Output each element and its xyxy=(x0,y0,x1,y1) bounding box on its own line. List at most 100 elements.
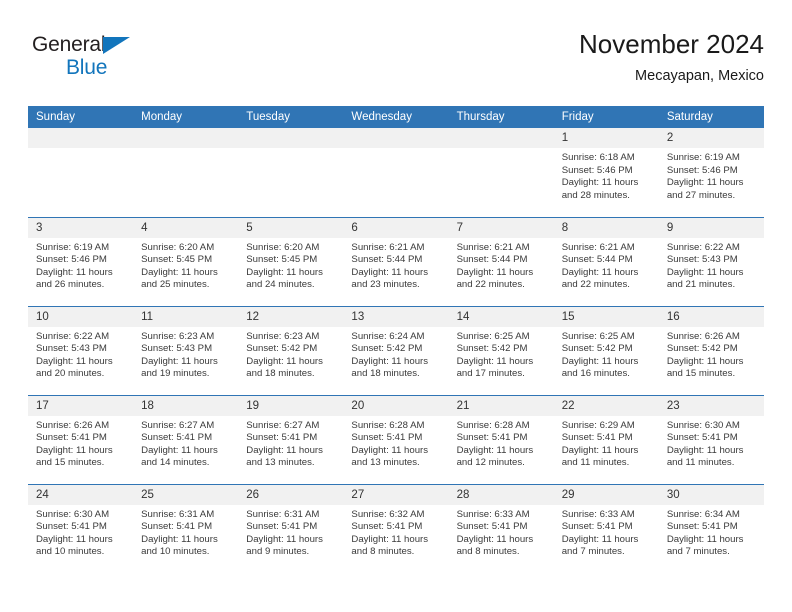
sunset-time: Sunset: 5:41 PM xyxy=(246,521,318,533)
day-number: 20 xyxy=(343,395,449,416)
calendar-day-cell[interactable]: 13 Sunrise: 6:24 AM Sunset: 5:42 PM Dayligh… xyxy=(343,305,449,395)
sunrise-time: Sunrise: 6:18 AM xyxy=(561,152,635,163)
calendar-day-cell[interactable]: 24 Sunrise: 6:30 AM Sunset: 5:41 PM Dayligh… xyxy=(28,483,134,573)
daylight-duration-line1: Daylight: 11 hours xyxy=(141,266,218,278)
daylight-duration-line2: and 10 minutes. xyxy=(141,546,210,558)
day-sun-info: Sunrise: 6:25 AM Sunset: 5:42 PM Daylight:… xyxy=(554,327,659,381)
calendar-day-cell[interactable]: 16 Sunrise: 6:26 AM Sunset: 5:42 PM Dayligh… xyxy=(658,305,764,395)
calendar-day-cell[interactable]: 3 Sunrise: 6:19 AM Sunset: 5:46 PM Daylight… xyxy=(28,216,134,306)
calendar-day-cell-empty xyxy=(28,128,134,217)
brand-name-bottom: Blue xyxy=(66,56,108,79)
day-sun-info: Sunrise: 6:20 AM Sunset: 5:45 PM Daylight:… xyxy=(238,238,343,292)
calendar-day-cell[interactable]: 25 Sunrise: 6:31 AM Sunset: 5:41 PM Dayligh… xyxy=(133,483,239,573)
daylight-duration-line2: and 21 minutes. xyxy=(666,279,736,291)
day-sun-info: Sunrise: 6:26 AM Sunset: 5:41 PM Daylight:… xyxy=(28,416,133,470)
calendar-day-cell[interactable]: 21 Sunrise: 6:28 AM Sunset: 5:41 PM Dayligh… xyxy=(448,394,554,484)
calendar-day-cell[interactable]: 18 Sunrise: 6:27 AM Sunset: 5:41 PM Dayligh… xyxy=(133,394,239,484)
calendar-day-cell[interactable]: 14 Sunrise: 6:25 AM Sunset: 5:42 PM Dayligh… xyxy=(448,305,554,395)
calendar-week-row: 17 Sunrise: 6:26 AM Sunset: 5:41 PM Dayligh… xyxy=(28,394,764,484)
sunrise-time: Sunrise: 6:23 AM xyxy=(141,330,215,342)
calendar-day-cell-empty xyxy=(448,128,554,217)
calendar-day-cell[interactable]: 1 Sunrise: 6:18 AM Sunset: 5:46 PM Daylight… xyxy=(553,128,659,217)
weekday-header-monday: Monday xyxy=(133,106,239,128)
day-sun-info: Sunrise: 6:26 AM Sunset: 5:42 PM Daylight:… xyxy=(659,327,764,381)
calendar-day-cell[interactable]: 20 Sunrise: 6:28 AM Sunset: 5:41 PM Dayligh… xyxy=(343,394,449,484)
calendar-day-cell[interactable]: 12 Sunrise: 6:23 AM Sunset: 5:42 PM Dayligh… xyxy=(238,305,344,395)
sunrise-time: Sunrise: 6:30 AM xyxy=(666,419,740,431)
daylight-duration-line2: and 15 minutes. xyxy=(666,368,736,380)
daylight-duration-line1: Daylight: 11 hours xyxy=(666,266,744,278)
daylight-duration-line2: and 15 minutes. xyxy=(36,457,105,469)
day-number xyxy=(448,128,554,148)
page-header: General Blue November 2024 Mecayapan, Me… xyxy=(28,28,764,96)
calendar-day-cell[interactable]: 4 Sunrise: 6:20 AM Sunset: 5:45 PM Daylight… xyxy=(133,216,239,306)
sunset-time: Sunset: 5:45 PM xyxy=(141,254,213,266)
day-sun-info: Sunrise: 6:22 AM Sunset: 5:43 PM Daylight:… xyxy=(659,238,764,292)
calendar-day-cell[interactable]: 8 Sunrise: 6:21 AM Sunset: 5:44 PM Daylight… xyxy=(553,216,659,306)
daylight-duration-line2: and 22 minutes. xyxy=(561,279,630,291)
calendar-day-cell[interactable]: 7 Sunrise: 6:21 AM Sunset: 5:44 PM Daylight… xyxy=(448,216,554,306)
sunrise-time: Sunrise: 6:31 AM xyxy=(246,508,320,520)
calendar-day-cell[interactable]: 27 Sunrise: 6:32 AM Sunset: 5:41 PM Dayligh… xyxy=(343,483,449,573)
sunrise-time: Sunrise: 6:33 AM xyxy=(561,508,635,520)
day-number: 10 xyxy=(28,306,134,327)
day-sun-info: Sunrise: 6:21 AM Sunset: 5:44 PM Daylight:… xyxy=(343,238,448,292)
day-sun-info: Sunrise: 6:31 AM Sunset: 5:41 PM Daylight:… xyxy=(238,505,343,559)
day-number: 23 xyxy=(658,395,764,416)
calendar-day-cell[interactable]: 6 Sunrise: 6:21 AM Sunset: 5:44 PM Daylight… xyxy=(343,216,449,306)
calendar-day-cell[interactable]: 17 Sunrise: 6:26 AM Sunset: 5:41 PM Dayligh… xyxy=(28,394,134,484)
calendar-day-cell[interactable]: 22 Sunrise: 6:29 AM Sunset: 5:41 PM Dayligh… xyxy=(553,394,659,484)
calendar-week-row: 1 Sunrise: 6:18 AM Sunset: 5:46 PM Daylight… xyxy=(28,128,764,217)
calendar-week-row: 10 Sunrise: 6:22 AM Sunset: 5:43 PM Dayligh… xyxy=(28,305,764,395)
sunset-time: Sunset: 5:46 PM xyxy=(36,254,107,266)
day-sun-info: Sunrise: 6:19 AM Sunset: 5:46 PM Daylight:… xyxy=(28,238,133,292)
calendar-day-cell[interactable]: 9 Sunrise: 6:22 AM Sunset: 5:43 PM Daylight… xyxy=(658,216,764,306)
brand-logo[interactable]: General Blue xyxy=(32,34,212,86)
day-number: 11 xyxy=(133,306,239,327)
day-sun-info: Sunrise: 6:27 AM Sunset: 5:41 PM Daylight:… xyxy=(238,416,343,470)
day-sun-info: Sunrise: 6:30 AM Sunset: 5:41 PM Daylight:… xyxy=(28,505,133,559)
daylight-duration-line1: Daylight: 11 hours xyxy=(561,355,639,367)
day-number: 21 xyxy=(448,395,554,416)
daylight-duration-line2: and 12 minutes. xyxy=(456,457,525,469)
day-number: 17 xyxy=(28,395,134,416)
sunrise-time: Sunrise: 6:30 AM xyxy=(36,508,110,520)
daylight-duration-line2: and 8 minutes. xyxy=(456,546,520,558)
calendar-day-cell[interactable]: 26 Sunrise: 6:31 AM Sunset: 5:41 PM Dayligh… xyxy=(238,483,344,573)
calendar-day-cell[interactable]: 5 Sunrise: 6:20 AM Sunset: 5:45 PM Daylight… xyxy=(238,216,344,306)
daylight-duration-line2: and 25 minutes. xyxy=(141,279,210,291)
sunrise-time: Sunrise: 6:28 AM xyxy=(351,419,425,431)
daylight-duration-line1: Daylight: 11 hours xyxy=(141,355,218,367)
day-number: 5 xyxy=(238,217,344,238)
calendar-day-cell[interactable]: 29 Sunrise: 6:33 AM Sunset: 5:41 PM Dayligh… xyxy=(553,483,659,573)
day-sun-info: Sunrise: 6:19 AM Sunset: 5:46 PM Daylight:… xyxy=(659,148,764,202)
calendar-day-cell[interactable]: 19 Sunrise: 6:27 AM Sunset: 5:41 PM Dayligh… xyxy=(238,394,344,484)
daylight-duration-line1: Daylight: 11 hours xyxy=(666,533,744,545)
sunrise-time: Sunrise: 6:21 AM xyxy=(561,241,635,253)
day-sun-info: Sunrise: 6:22 AM Sunset: 5:43 PM Daylight:… xyxy=(28,327,133,381)
sunrise-time: Sunrise: 6:33 AM xyxy=(456,508,530,520)
calendar-day-cell[interactable]: 23 Sunrise: 6:30 AM Sunset: 5:41 PM Dayligh… xyxy=(658,394,764,484)
weekday-header-sunday: Sunday xyxy=(28,106,134,128)
daylight-duration-line1: Daylight: 11 hours xyxy=(456,355,534,367)
calendar-day-cell[interactable]: 10 Sunrise: 6:22 AM Sunset: 5:43 PM Dayligh… xyxy=(28,305,134,395)
weekday-header-tuesday: Tuesday xyxy=(238,106,344,128)
calendar-day-cell[interactable]: 30 Sunrise: 6:34 AM Sunset: 5:41 PM Dayligh… xyxy=(658,483,764,573)
sunset-time: Sunset: 5:43 PM xyxy=(666,254,738,266)
calendar-day-cell[interactable]: 11 Sunrise: 6:23 AM Sunset: 5:43 PM Dayligh… xyxy=(133,305,239,395)
sunrise-time: Sunrise: 6:29 AM xyxy=(561,419,635,431)
sunset-time: Sunset: 5:46 PM xyxy=(561,164,633,176)
daylight-duration-line2: and 22 minutes. xyxy=(456,279,525,291)
sunrise-time: Sunrise: 6:28 AM xyxy=(456,419,530,431)
day-sun-info: Sunrise: 6:25 AM Sunset: 5:42 PM Daylight:… xyxy=(449,327,554,381)
daylight-duration-line2: and 24 minutes. xyxy=(246,279,315,291)
day-sun-info: Sunrise: 6:34 AM Sunset: 5:41 PM Daylight:… xyxy=(659,505,764,559)
calendar-day-cell-empty xyxy=(133,128,239,217)
calendar-day-cell[interactable]: 28 Sunrise: 6:33 AM Sunset: 5:41 PM Dayligh… xyxy=(448,483,554,573)
daylight-duration-line1: Daylight: 11 hours xyxy=(456,444,534,456)
sunrise-time: Sunrise: 6:32 AM xyxy=(351,508,425,520)
calendar-day-cell[interactable]: 2 Sunrise: 6:19 AM Sunset: 5:46 PM Daylight… xyxy=(658,128,764,217)
calendar-day-cell[interactable]: 15 Sunrise: 6:25 AM Sunset: 5:42 PM Dayligh… xyxy=(553,305,659,395)
daylight-duration-line1: Daylight: 11 hours xyxy=(246,266,323,278)
sunset-time: Sunset: 5:42 PM xyxy=(456,343,528,355)
